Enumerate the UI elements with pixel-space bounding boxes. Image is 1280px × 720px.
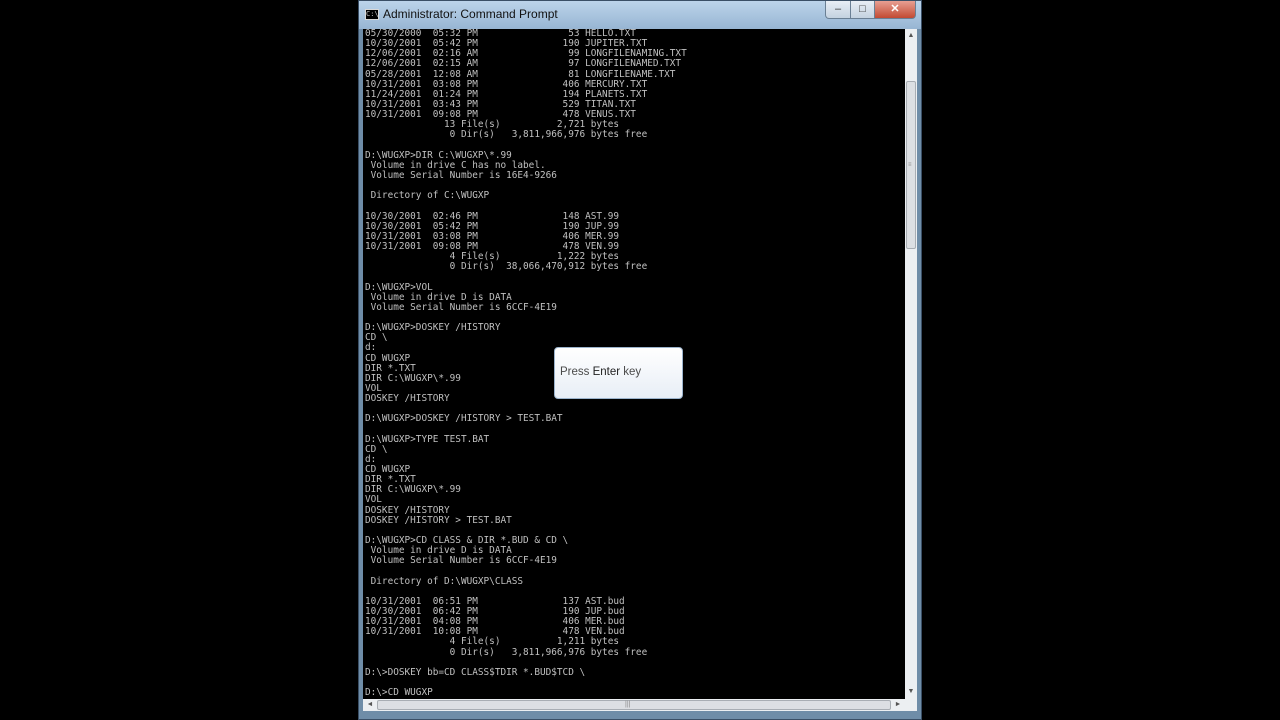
console-line: Volume Serial Number is 16E4-9266 [365, 169, 557, 181]
close-button[interactable]: ✕ [874, 1, 916, 19]
cmd-icon: C:\ [365, 9, 379, 20]
grip-icon: ≡ [908, 162, 912, 168]
scroll-down-arrow-icon[interactable]: ▼ [905, 685, 917, 699]
keypress-suffix: key [620, 366, 642, 378]
grip-icon: ||| [625, 701, 631, 708]
keypress-text: Press Enter key [560, 366, 641, 378]
minimize-button[interactable]: – [825, 1, 851, 19]
console-line: Directory of C:\WUGXP [365, 190, 490, 202]
horizontal-scrollbar[interactable]: ◄ ||| ► [363, 699, 905, 711]
console-line: DOSKEY /HISTORY > TEST.BAT [365, 514, 512, 526]
horizontal-scroll-thumb[interactable]: ||| [377, 700, 891, 710]
console-line: CD \ [365, 332, 388, 344]
console-line: 0 Dir(s) 38,066,470,912 bytes free [365, 261, 648, 273]
keypress-prefix: Press [560, 366, 593, 378]
vertical-scroll-thumb[interactable]: ≡ [906, 81, 916, 249]
scrollbar-corner [905, 699, 917, 711]
keypress-overlay: Press Enter key [554, 347, 683, 399]
keypress-key: Enter [592, 366, 621, 378]
console-line: D:\>CD WUGXP [365, 687, 433, 699]
scroll-left-arrow-icon[interactable]: ◄ [363, 699, 377, 711]
window-title: Administrator: Command Prompt [383, 7, 558, 21]
console-line: Volume Serial Number is 6CCF-4E19 [365, 555, 557, 567]
maximize-button[interactable]: □ [850, 1, 875, 19]
console-line: Volume Serial Number is 6CCF-4E19 [365, 301, 557, 313]
console-line: D:\WUGXP>DOSKEY /HISTORY [365, 322, 501, 334]
title-bar[interactable]: C:\ Administrator: Command Prompt – □ ✕ [359, 1, 921, 29]
console-line: DIR C:\WUGXP\*.99 [365, 484, 461, 496]
console-line: 0 Dir(s) 3,811,966,976 bytes free [365, 129, 648, 141]
scroll-right-arrow-icon[interactable]: ► [891, 699, 905, 711]
console-line: D:\WUGXP>TYPE TEST.BAT [365, 433, 490, 445]
console-line: D:\>DOSKEY bb=CD CLASS$TDIR *.BUD$TCD \ [365, 666, 586, 678]
scroll-up-arrow-icon[interactable]: ▲ [905, 29, 917, 43]
console-line: CD \ [365, 443, 388, 455]
console-line: D:\WUGXP>DOSKEY /HISTORY > TEST.BAT [365, 413, 563, 425]
console-line: 0 Dir(s) 3,811,966,976 bytes free [365, 646, 648, 658]
console-line: d: [365, 453, 377, 465]
vertical-scrollbar[interactable]: ▲ ≡ ▼ [905, 29, 917, 699]
console-line: Directory of D:\WUGXP\CLASS [365, 575, 524, 587]
